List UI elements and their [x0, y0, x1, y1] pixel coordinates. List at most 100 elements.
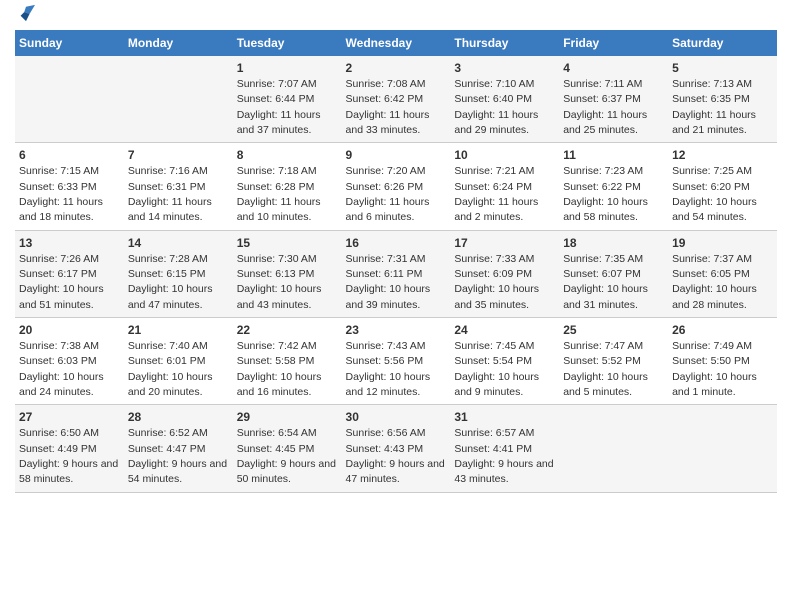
- cell-info: Sunrise: 7:10 AMSunset: 6:40 PMDaylight:…: [454, 78, 538, 136]
- day-number: 2: [346, 60, 447, 77]
- day-number: 12: [672, 147, 773, 164]
- logo: [15, 16, 35, 22]
- calendar-cell: 3Sunrise: 7:10 AMSunset: 6:40 PMDaylight…: [450, 56, 559, 143]
- day-number: 15: [237, 235, 338, 252]
- calendar-week-row: 13Sunrise: 7:26 AMSunset: 6:17 PMDayligh…: [15, 230, 777, 317]
- cell-info: Sunrise: 7:15 AMSunset: 6:33 PMDaylight:…: [19, 165, 103, 223]
- cell-info: Sunrise: 6:54 AMSunset: 4:45 PMDaylight:…: [237, 427, 336, 485]
- calendar-cell: 2Sunrise: 7:08 AMSunset: 6:42 PMDaylight…: [342, 56, 451, 143]
- calendar-cell: 14Sunrise: 7:28 AMSunset: 6:15 PMDayligh…: [124, 230, 233, 317]
- day-number: 30: [346, 409, 447, 426]
- calendar-cell: [668, 405, 777, 492]
- cell-info: Sunrise: 7:23 AMSunset: 6:22 PMDaylight:…: [563, 165, 648, 223]
- cell-info: Sunrise: 7:26 AMSunset: 6:17 PMDaylight:…: [19, 253, 104, 311]
- day-number: 9: [346, 147, 447, 164]
- day-number: 28: [128, 409, 229, 426]
- calendar-cell: 24Sunrise: 7:45 AMSunset: 5:54 PMDayligh…: [450, 318, 559, 405]
- calendar-cell: 23Sunrise: 7:43 AMSunset: 5:56 PMDayligh…: [342, 318, 451, 405]
- cell-info: Sunrise: 7:07 AMSunset: 6:44 PMDaylight:…: [237, 78, 321, 136]
- calendar-cell: 1Sunrise: 7:07 AMSunset: 6:44 PMDaylight…: [233, 56, 342, 143]
- calendar-cell: 13Sunrise: 7:26 AMSunset: 6:17 PMDayligh…: [15, 230, 124, 317]
- cell-info: Sunrise: 7:28 AMSunset: 6:15 PMDaylight:…: [128, 253, 213, 311]
- day-number: 13: [19, 235, 120, 252]
- day-number: 31: [454, 409, 555, 426]
- cell-info: Sunrise: 7:30 AMSunset: 6:13 PMDaylight:…: [237, 253, 322, 311]
- calendar-cell: 28Sunrise: 6:52 AMSunset: 4:47 PMDayligh…: [124, 405, 233, 492]
- cell-info: Sunrise: 7:11 AMSunset: 6:37 PMDaylight:…: [563, 78, 647, 136]
- cell-info: Sunrise: 7:31 AMSunset: 6:11 PMDaylight:…: [346, 253, 431, 311]
- calendar-cell: 18Sunrise: 7:35 AMSunset: 6:07 PMDayligh…: [559, 230, 668, 317]
- calendar-cell: 27Sunrise: 6:50 AMSunset: 4:49 PMDayligh…: [15, 405, 124, 492]
- cell-info: Sunrise: 6:57 AMSunset: 4:41 PMDaylight:…: [454, 427, 553, 485]
- weekday-header: Wednesday: [342, 30, 451, 56]
- logo-bird-icon: [17, 4, 35, 22]
- day-number: 18: [563, 235, 664, 252]
- weekday-header: Monday: [124, 30, 233, 56]
- cell-info: Sunrise: 7:35 AMSunset: 6:07 PMDaylight:…: [563, 253, 648, 311]
- day-number: 24: [454, 322, 555, 339]
- cell-info: Sunrise: 7:49 AMSunset: 5:50 PMDaylight:…: [672, 340, 757, 398]
- calendar-cell: 16Sunrise: 7:31 AMSunset: 6:11 PMDayligh…: [342, 230, 451, 317]
- day-number: 8: [237, 147, 338, 164]
- cell-info: Sunrise: 7:18 AMSunset: 6:28 PMDaylight:…: [237, 165, 321, 223]
- day-number: 23: [346, 322, 447, 339]
- weekday-header: Tuesday: [233, 30, 342, 56]
- calendar-cell: 21Sunrise: 7:40 AMSunset: 6:01 PMDayligh…: [124, 318, 233, 405]
- day-number: 17: [454, 235, 555, 252]
- calendar-cell: 29Sunrise: 6:54 AMSunset: 4:45 PMDayligh…: [233, 405, 342, 492]
- cell-info: Sunrise: 7:47 AMSunset: 5:52 PMDaylight:…: [563, 340, 648, 398]
- calendar-week-row: 6Sunrise: 7:15 AMSunset: 6:33 PMDaylight…: [15, 143, 777, 230]
- day-number: 25: [563, 322, 664, 339]
- day-number: 14: [128, 235, 229, 252]
- day-number: 22: [237, 322, 338, 339]
- day-number: 11: [563, 147, 664, 164]
- day-number: 6: [19, 147, 120, 164]
- cell-info: Sunrise: 7:45 AMSunset: 5:54 PMDaylight:…: [454, 340, 539, 398]
- calendar-cell: 6Sunrise: 7:15 AMSunset: 6:33 PMDaylight…: [15, 143, 124, 230]
- cell-info: Sunrise: 7:38 AMSunset: 6:03 PMDaylight:…: [19, 340, 104, 398]
- cell-info: Sunrise: 6:50 AMSunset: 4:49 PMDaylight:…: [19, 427, 118, 485]
- cell-info: Sunrise: 7:25 AMSunset: 6:20 PMDaylight:…: [672, 165, 757, 223]
- day-number: 3: [454, 60, 555, 77]
- calendar-cell: [15, 56, 124, 143]
- day-number: 5: [672, 60, 773, 77]
- cell-info: Sunrise: 7:43 AMSunset: 5:56 PMDaylight:…: [346, 340, 431, 398]
- weekday-header: Thursday: [450, 30, 559, 56]
- calendar-cell: 4Sunrise: 7:11 AMSunset: 6:37 PMDaylight…: [559, 56, 668, 143]
- cell-info: Sunrise: 6:56 AMSunset: 4:43 PMDaylight:…: [346, 427, 445, 485]
- day-number: 27: [19, 409, 120, 426]
- calendar-week-row: 1Sunrise: 7:07 AMSunset: 6:44 PMDaylight…: [15, 56, 777, 143]
- calendar-cell: 12Sunrise: 7:25 AMSunset: 6:20 PMDayligh…: [668, 143, 777, 230]
- cell-info: Sunrise: 7:42 AMSunset: 5:58 PMDaylight:…: [237, 340, 322, 398]
- day-number: 21: [128, 322, 229, 339]
- calendar-cell: 5Sunrise: 7:13 AMSunset: 6:35 PMDaylight…: [668, 56, 777, 143]
- cell-info: Sunrise: 7:33 AMSunset: 6:09 PMDaylight:…: [454, 253, 539, 311]
- calendar-cell: 31Sunrise: 6:57 AMSunset: 4:41 PMDayligh…: [450, 405, 559, 492]
- calendar-cell: 15Sunrise: 7:30 AMSunset: 6:13 PMDayligh…: [233, 230, 342, 317]
- cell-info: Sunrise: 7:40 AMSunset: 6:01 PMDaylight:…: [128, 340, 213, 398]
- calendar-cell: 9Sunrise: 7:20 AMSunset: 6:26 PMDaylight…: [342, 143, 451, 230]
- cell-info: Sunrise: 7:13 AMSunset: 6:35 PMDaylight:…: [672, 78, 756, 136]
- calendar-cell: 8Sunrise: 7:18 AMSunset: 6:28 PMDaylight…: [233, 143, 342, 230]
- logo-text: [15, 16, 35, 22]
- day-number: 20: [19, 322, 120, 339]
- weekday-header: Sunday: [15, 30, 124, 56]
- day-number: 1: [237, 60, 338, 77]
- calendar-cell: 19Sunrise: 7:37 AMSunset: 6:05 PMDayligh…: [668, 230, 777, 317]
- day-number: 7: [128, 147, 229, 164]
- day-number: 10: [454, 147, 555, 164]
- header-row: SundayMondayTuesdayWednesdayThursdayFrid…: [15, 30, 777, 56]
- calendar-cell: 17Sunrise: 7:33 AMSunset: 6:09 PMDayligh…: [450, 230, 559, 317]
- cell-info: Sunrise: 7:21 AMSunset: 6:24 PMDaylight:…: [454, 165, 538, 223]
- weekday-header: Friday: [559, 30, 668, 56]
- day-number: 4: [563, 60, 664, 77]
- calendar-cell: [559, 405, 668, 492]
- day-number: 16: [346, 235, 447, 252]
- calendar-cell: 22Sunrise: 7:42 AMSunset: 5:58 PMDayligh…: [233, 318, 342, 405]
- cell-info: Sunrise: 6:52 AMSunset: 4:47 PMDaylight:…: [128, 427, 227, 485]
- day-number: 29: [237, 409, 338, 426]
- calendar-cell: 25Sunrise: 7:47 AMSunset: 5:52 PMDayligh…: [559, 318, 668, 405]
- cell-info: Sunrise: 7:08 AMSunset: 6:42 PMDaylight:…: [346, 78, 430, 136]
- calendar-cell: 11Sunrise: 7:23 AMSunset: 6:22 PMDayligh…: [559, 143, 668, 230]
- weekday-header: Saturday: [668, 30, 777, 56]
